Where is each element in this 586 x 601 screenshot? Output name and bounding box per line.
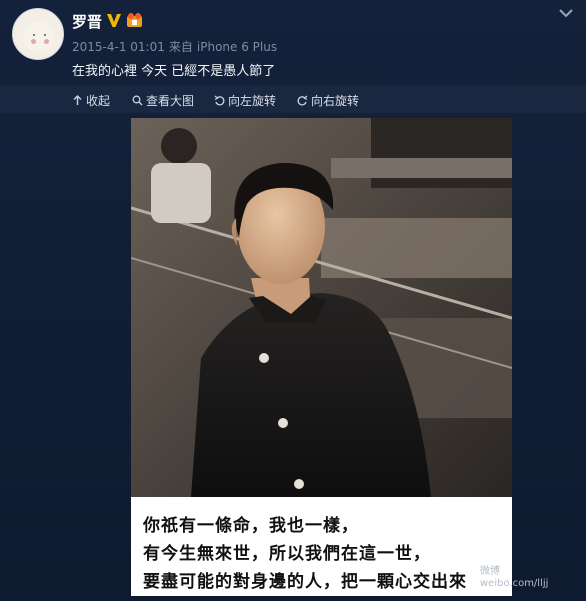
photo-caption: 你祇有一條命，我也一樣， 有今生無來世，所以我們在這一世， 要盡可能的對身邊的人… xyxy=(131,497,512,596)
chevron-down-icon[interactable] xyxy=(558,7,574,19)
image-toolbar: 收起 查看大图 向左旋转 向右旋转 xyxy=(0,85,586,113)
avatar-eye-right xyxy=(44,34,46,36)
post-photo[interactable] xyxy=(131,118,512,497)
timestamp-link[interactable]: 2015-4-1 01:01 xyxy=(72,40,165,54)
rotate-right-icon xyxy=(297,95,308,106)
collapse-label: 收起 xyxy=(86,94,111,108)
rotate-right-button[interactable]: 向右旋转 xyxy=(297,92,359,109)
photo-background-person-head xyxy=(161,128,197,164)
rotate-left-label: 向左旋转 xyxy=(228,94,277,108)
rotate-left-icon xyxy=(214,95,225,106)
rotate-left-button[interactable]: 向左旋转 xyxy=(214,92,276,109)
avatar-face xyxy=(23,22,55,52)
username-link[interactable]: 罗晋 xyxy=(72,11,102,32)
avatar-eye-left xyxy=(33,34,35,36)
avatar-cheek-right xyxy=(44,39,49,44)
caption-line-1: 你祇有一條命，我也一樣， xyxy=(143,516,359,536)
watermark-url: weibo.com/lljj xyxy=(480,578,549,589)
photo-background-person-body xyxy=(151,163,211,223)
source-link[interactable]: iPhone 6 Plus xyxy=(197,40,277,54)
post-meta: 2015-4-1 01:01 来自 iPhone 6 Plus xyxy=(72,38,281,55)
source-prefix: 来自 xyxy=(168,40,193,54)
photo-button-1 xyxy=(259,353,269,363)
collapse-button[interactable]: 收起 xyxy=(72,92,110,109)
caption-line-2: 有今生無來世，所以我們在這一世， xyxy=(143,544,431,564)
rotate-right-label: 向右旋转 xyxy=(311,94,360,108)
vip-badge-icon[interactable] xyxy=(126,12,143,28)
avatar[interactable] xyxy=(12,8,64,60)
search-icon xyxy=(132,95,143,106)
photo-button-2 xyxy=(278,418,288,428)
photo-upper-deck xyxy=(331,158,512,178)
avatar-cheek-left xyxy=(31,39,36,44)
watermark: 微博 weibo.com/lljj xyxy=(480,566,548,590)
caption-line-3: 要盡可能的對身邊的人，把一顆心交出來 xyxy=(143,572,467,592)
watermark-logo-text: 微博 xyxy=(480,566,500,577)
view-large-button[interactable]: 查看大图 xyxy=(132,92,194,109)
post-text: 在我的心裡 今天 已經不是愚人節了 xyxy=(72,64,276,79)
photo-deck-plank xyxy=(321,218,512,278)
verified-icon xyxy=(107,14,121,27)
view-large-label: 查看大图 xyxy=(146,94,195,108)
collapse-icon xyxy=(73,95,82,105)
photo-button-3 xyxy=(294,479,304,489)
weibo-post-card: 罗晋 2015-4-1 01:01 来自 iPhone 6 Plus 在我的心裡 今… xyxy=(0,0,586,601)
